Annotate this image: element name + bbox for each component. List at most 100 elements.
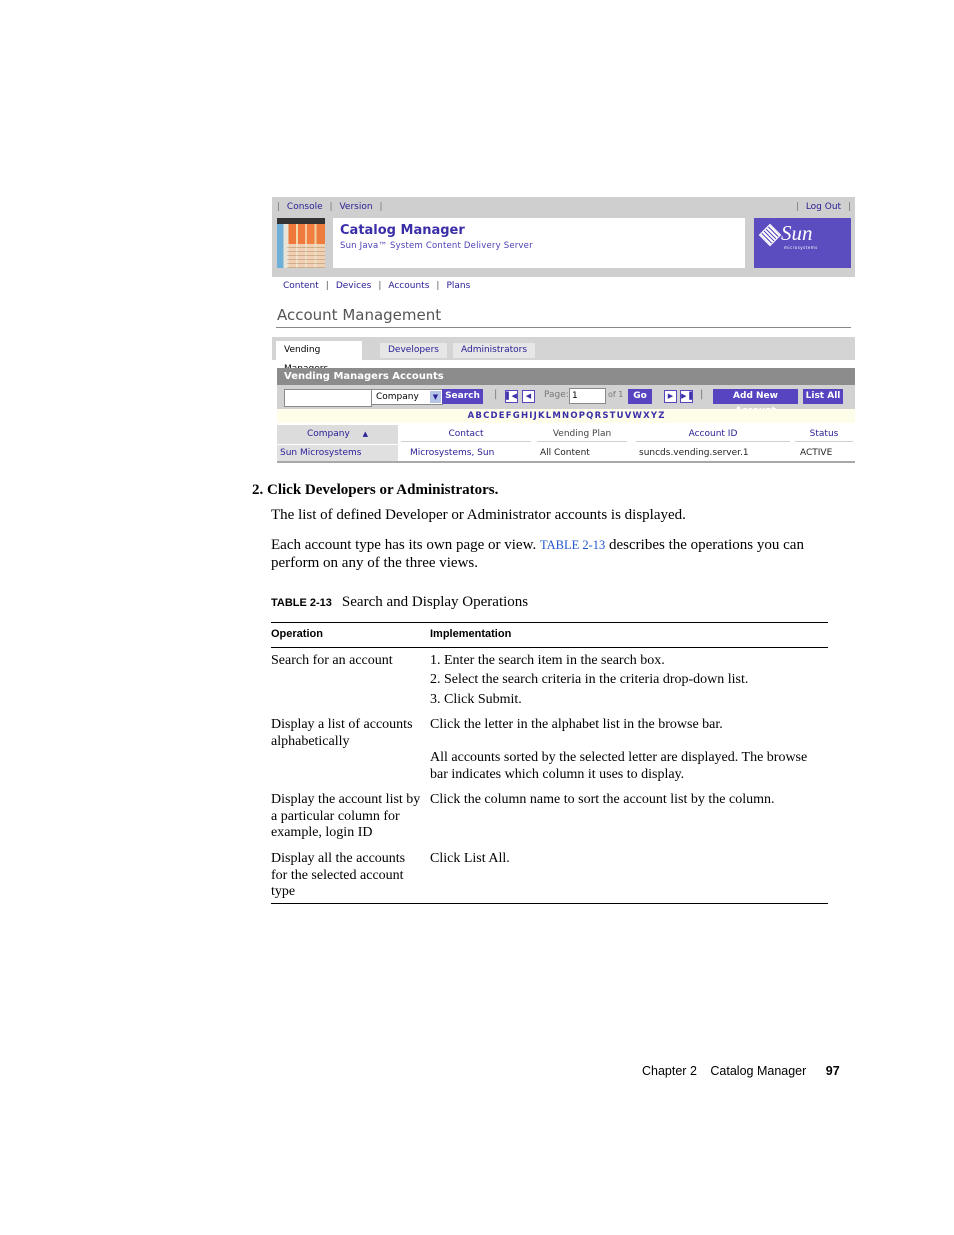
top-nav: | Console | Version |: [277, 202, 383, 212]
version-link[interactable]: Version: [339, 202, 372, 212]
alphabet-letter-z[interactable]: Z: [658, 411, 664, 421]
column-header-account-id[interactable]: Account ID: [636, 425, 790, 444]
alphabet-letter-h[interactable]: H: [521, 411, 528, 421]
alphabet-letter-o[interactable]: O: [570, 411, 577, 421]
alphabet-letter-p[interactable]: P: [579, 411, 585, 421]
list-all-button[interactable]: List All: [803, 389, 843, 404]
page-footer: Chapter 2 Catalog Manager 97: [642, 1064, 840, 1078]
implementation-line: 2. Select the search criteria in the cri…: [430, 672, 749, 687]
alphabet-letter-y[interactable]: Y: [651, 411, 657, 421]
sun-logo: Sun microsystems: [754, 218, 851, 268]
step-heading: 2. Click Developers or Administrators.: [252, 482, 499, 498]
alphabet-letter-c[interactable]: C: [483, 411, 489, 421]
operation-cell: Display a list of accounts alphabeticall…: [271, 717, 413, 749]
table-bottom-rule: [271, 903, 828, 904]
previous-page-icon[interactable]: ◀: [522, 390, 535, 403]
alphabet-letter-d[interactable]: D: [491, 411, 498, 421]
alphabet-letter-w[interactable]: W: [633, 411, 642, 421]
implementation-line: Click the letter in the alphabet list in…: [430, 717, 723, 732]
alphabet-letter-t[interactable]: T: [610, 411, 616, 421]
table-header-rule: [271, 647, 828, 648]
catalog-manager-screenshot: | Console | Version | | Log Out | Catalo…: [272, 197, 855, 463]
alphabet-letter-e[interactable]: E: [499, 411, 505, 421]
page-label: Page:: [544, 390, 569, 400]
alphabet-letter-q[interactable]: Q: [586, 411, 593, 421]
alphabet-letter-s[interactable]: S: [602, 411, 608, 421]
search-button[interactable]: Search: [442, 389, 483, 404]
console-link[interactable]: Console: [287, 202, 323, 212]
implementation-line: Click the column name to sort the accoun…: [430, 792, 775, 807]
table-caption: TABLE 2-13 Search and Display Operations: [271, 594, 528, 611]
sun-logo-subtext: microsystems: [784, 245, 818, 250]
cell-status: ACTIVE: [800, 448, 833, 458]
page-of-label: of 1: [608, 390, 624, 399]
alphabet-letter-n[interactable]: N: [562, 411, 569, 421]
table-cross-reference-link[interactable]: TABLE 2-13: [540, 538, 605, 552]
sort-ascending-icon: ▲: [362, 430, 369, 438]
account-tabs: Vending Managers Developers Administrato…: [272, 337, 855, 374]
alphabet-letter-i[interactable]: I: [529, 411, 532, 421]
criteria-select[interactable]: Company ▼: [371, 389, 443, 405]
table-label: TABLE 2-13: [271, 597, 332, 609]
chevron-down-icon[interactable]: ▼: [430, 391, 441, 403]
column-header-vending-plan: Vending Plan: [537, 425, 627, 444]
alphabet-letter-v[interactable]: V: [625, 411, 632, 421]
alphabet-letter-f[interactable]: F: [506, 411, 512, 421]
page-number: 97: [825, 1064, 840, 1078]
accounts-table: Company ▲ Contact Vending Plan Account I…: [277, 425, 855, 461]
alphabet-letter-m[interactable]: M: [552, 411, 560, 421]
alphabet-letter-l[interactable]: L: [546, 411, 551, 421]
table-bottom-rule: [277, 461, 855, 463]
sun-logo-text: Sun: [781, 221, 813, 245]
tab-administrators[interactable]: Administrators: [453, 343, 536, 358]
banner: Catalog Manager Sun Java™ System Content…: [333, 218, 745, 268]
logout-link[interactable]: Log Out: [806, 202, 841, 212]
books-image: [277, 218, 325, 268]
paragraph: Each account type has its own page or vi…: [271, 537, 804, 571]
alphabet-letter-j[interactable]: J: [534, 411, 537, 421]
tab-developers[interactable]: Developers: [380, 343, 447, 358]
cell-contact[interactable]: Microsystems, Sun: [407, 445, 530, 461]
section-nav: Content | Devices | Accounts | Plans: [283, 281, 471, 291]
divider: [276, 327, 851, 328]
tab-vending-managers[interactable]: Vending Managers: [276, 341, 362, 374]
nav-content[interactable]: Content: [283, 281, 319, 291]
sun-logo-icon: [758, 223, 782, 247]
go-button[interactable]: Go: [628, 389, 652, 404]
column-header-status[interactable]: Status: [795, 425, 853, 444]
alphabet-letter-a[interactable]: A: [468, 411, 475, 421]
column-header-company[interactable]: Company ▲: [277, 425, 398, 444]
alphabet-letter-r[interactable]: R: [595, 411, 602, 421]
criteria-selected: Company: [376, 392, 419, 402]
alphabet-letter-g[interactable]: G: [513, 411, 520, 421]
search-input[interactable]: [284, 389, 372, 407]
logout-nav: | Log Out |: [795, 202, 851, 212]
nav-accounts[interactable]: Accounts: [388, 281, 429, 291]
next-page-icon[interactable]: ▶: [664, 390, 677, 403]
first-page-icon[interactable]: ▌◀: [505, 390, 518, 403]
alphabet-letter-k[interactable]: K: [538, 411, 545, 421]
implementation-line: 1. Enter the search item in the search b…: [430, 653, 665, 668]
paragraph: The list of defined Developer or Adminis…: [271, 507, 686, 523]
header-bar: | Console | Version | | Log Out | Catalo…: [272, 197, 855, 277]
operation-cell: Search for an account: [271, 653, 393, 668]
cell-vending-plan: All Content: [540, 448, 590, 458]
cell-account-id: suncds.vending.server.1: [639, 448, 749, 458]
last-page-icon[interactable]: ▶▐: [680, 390, 693, 403]
alphabet-letter-b[interactable]: B: [475, 411, 481, 421]
page-title: Account Management: [277, 306, 442, 324]
alphabet-letter-u[interactable]: U: [617, 411, 624, 421]
app-subtitle: Sun Java™ System Content Delivery Server: [340, 241, 533, 251]
app-title: Catalog Manager: [340, 223, 465, 238]
search-toolbar: Company ▼ Search | ▌◀ ◀ Page: 1 of 1 Go …: [277, 385, 855, 416]
column-header-contact[interactable]: Contact: [401, 425, 531, 444]
nav-plans[interactable]: Plans: [446, 281, 470, 291]
table-header-implementation: Implementation: [430, 628, 512, 640]
page-input[interactable]: 1: [569, 388, 606, 404]
table-title: Search and Display Operations: [341, 594, 529, 610]
cell-company[interactable]: Sun Microsystems: [277, 445, 398, 461]
add-new-account-button[interactable]: Add New Account: [713, 389, 798, 416]
implementation-line: Click List All.: [430, 851, 510, 866]
nav-devices[interactable]: Devices: [336, 281, 371, 291]
alphabet-letter-x[interactable]: X: [643, 411, 650, 421]
